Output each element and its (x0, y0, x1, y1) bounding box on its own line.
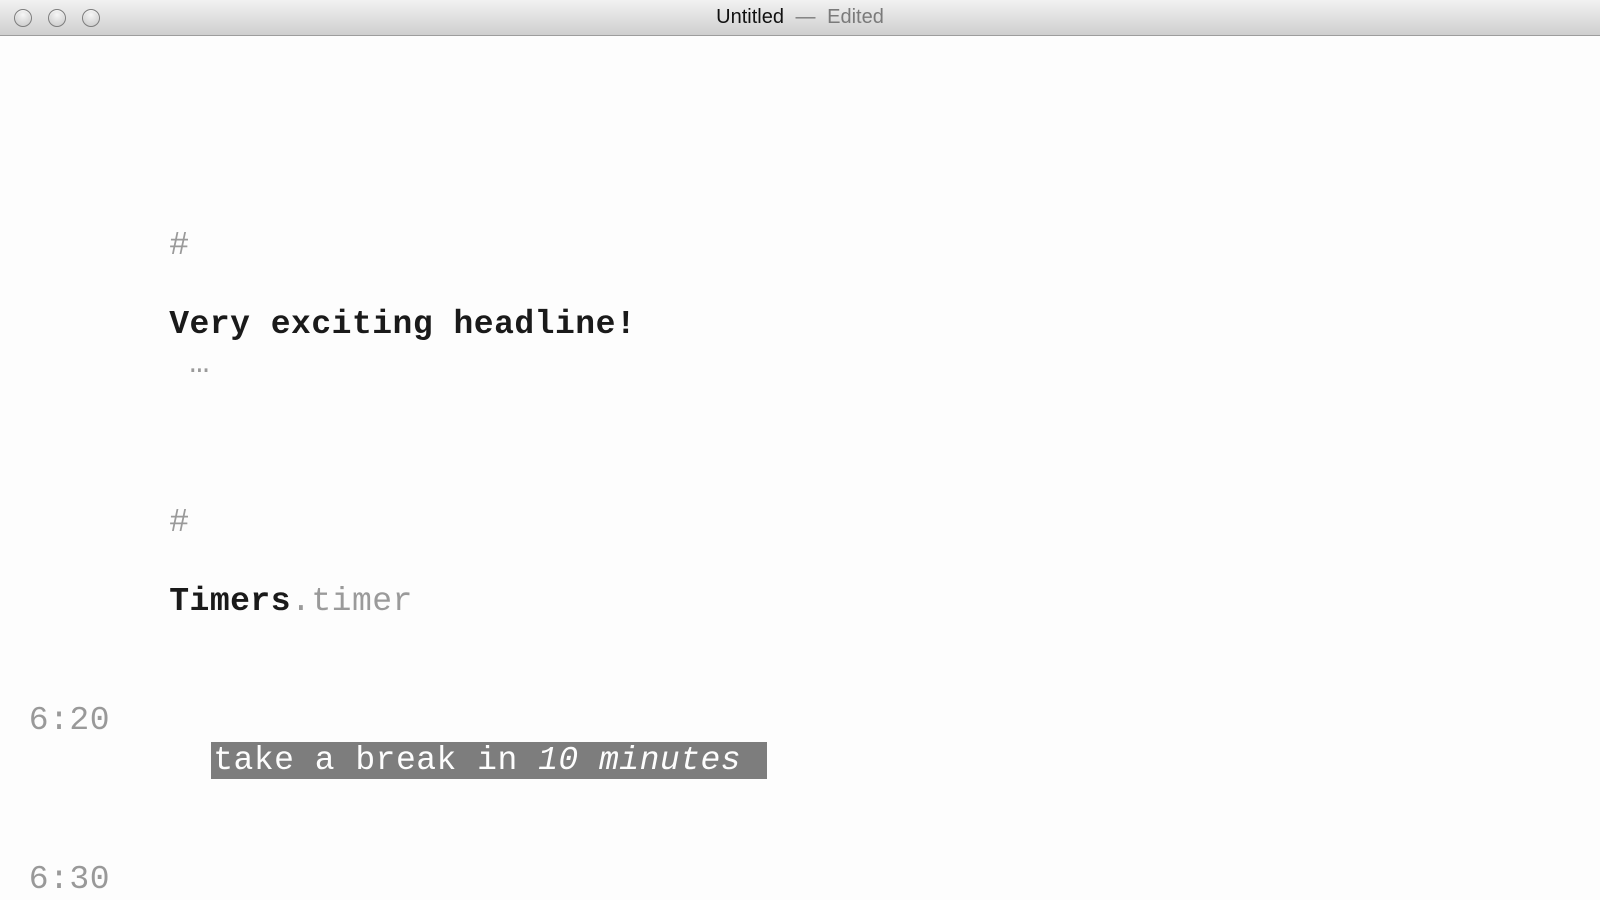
headline-text: Very exciting headline! (169, 306, 636, 343)
editor-area[interactable]: # Very exciting headline! … # Timers.tim… (0, 36, 1600, 900)
blank-line (0, 424, 1600, 464)
close-icon[interactable] (14, 9, 32, 27)
window-controls (14, 9, 100, 27)
timer-text: take a break in (213, 742, 538, 779)
window-title: Untitled — Edited (0, 6, 1600, 29)
minimize-icon[interactable] (48, 9, 66, 27)
timers-suffix: .timer (291, 583, 413, 620)
timers-title: Timers (169, 583, 291, 620)
timer-duration: 10 minutes (538, 742, 741, 779)
headline-line[interactable]: # Very exciting headline! … (0, 186, 1600, 424)
title-separator: — (796, 6, 816, 28)
heading-marker: # (169, 504, 189, 541)
timer-row[interactable]: 6:20 take a break in 10 minutes (0, 662, 1600, 820)
timer-time: 6:30 (18, 860, 110, 900)
headline-ellipsis (169, 345, 189, 382)
timer-time: 6:20 (18, 701, 110, 741)
zoom-icon[interactable] (82, 9, 100, 27)
timer-row[interactable]: 6:30 then take a break for 40 minutes (0, 820, 1600, 900)
timers-header[interactable]: # Timers.timer (0, 464, 1600, 662)
timer-highlight: take a break in 10 minutes (211, 742, 767, 779)
document-state: Edited (827, 6, 884, 28)
heading-marker: # (169, 227, 189, 264)
window-titlebar: Untitled — Edited (0, 0, 1600, 36)
document-name: Untitled (716, 6, 784, 28)
